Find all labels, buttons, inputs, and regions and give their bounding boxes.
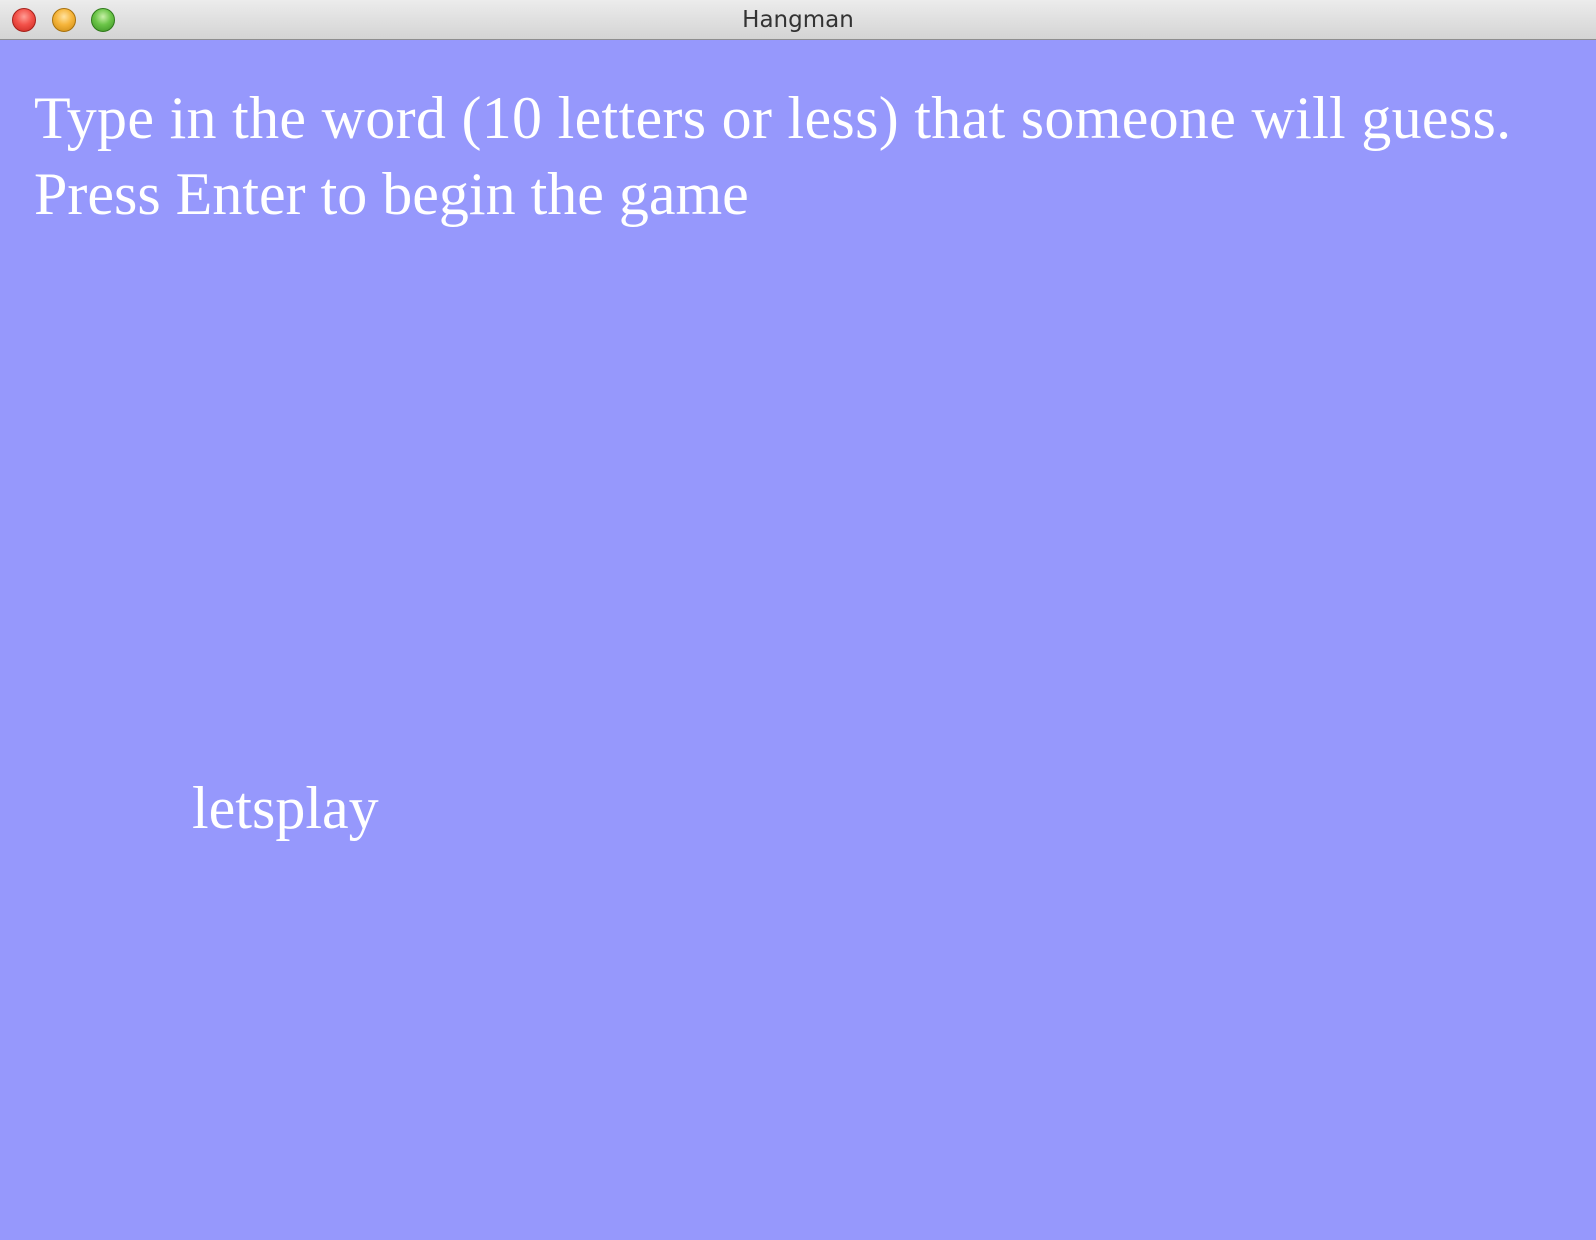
enter-instruction-text: Press Enter to begin the game <box>34 161 749 227</box>
typed-word-input[interactable]: letsplay <box>192 778 379 838</box>
game-canvas[interactable]: Type in the word (10 letters or less) th… <box>0 40 1596 1240</box>
hangman-window: Hangman Type in the word (10 letters or … <box>0 0 1596 1240</box>
instruction-text: Type in the word (10 letters or less) th… <box>34 85 1512 151</box>
window-title: Hangman <box>742 7 854 33</box>
title-bar[interactable]: Hangman <box>0 0 1596 40</box>
